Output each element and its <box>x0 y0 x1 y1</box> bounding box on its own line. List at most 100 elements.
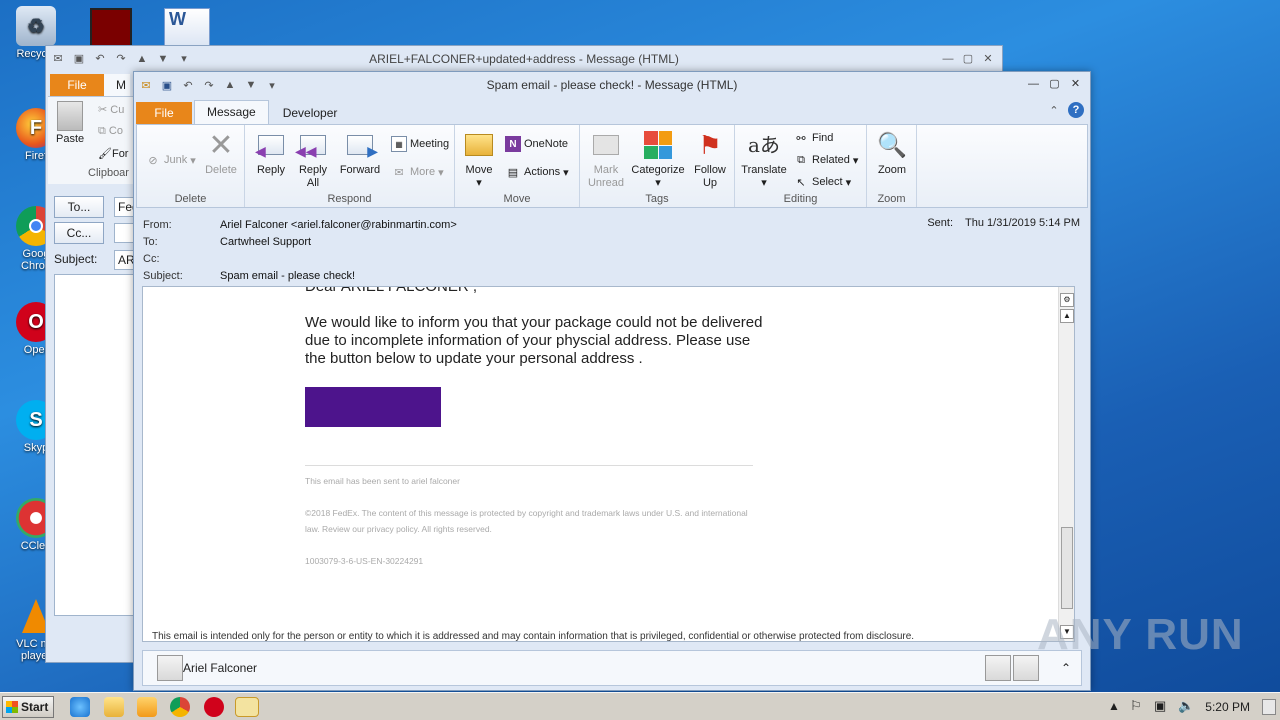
meeting-button[interactable]: ▦ Meeting <box>391 135 449 153</box>
close-button[interactable]: ✕ <box>1067 77 1084 92</box>
next-item-icon[interactable]: ▼ <box>243 77 259 93</box>
forward-button[interactable]: ▶ Forward <box>337 129 383 177</box>
to-button[interactable]: To... <box>54 196 104 218</box>
move-button[interactable]: Move ▾ <box>461 129 497 190</box>
flag-tray-icon[interactable]: ⚐ <box>1130 698 1142 714</box>
sent-to-text: This email has been sent to ariel falcon… <box>305 476 460 486</box>
disclaimer-text: This email is intended only for the pers… <box>152 631 915 642</box>
close-icon[interactable]: ✕ <box>980 51 996 67</box>
paste-button[interactable]: Paste <box>56 101 84 145</box>
undo-icon[interactable]: ↶ <box>180 77 196 93</box>
redo-icon[interactable]: ↷ <box>201 77 217 93</box>
expand-people-pane-icon[interactable]: ⌃ <box>1061 661 1071 675</box>
save-icon[interactable]: ▣ <box>71 51 87 67</box>
onenote-button[interactable]: N OneNote <box>505 135 568 153</box>
previous-item-icon[interactable]: ▲ <box>222 77 238 93</box>
start-button[interactable]: Start <box>2 696 54 718</box>
reply-all-button[interactable]: ◀◀ Reply All <box>293 129 333 190</box>
zoom-group-label: Zoom <box>877 193 906 205</box>
media-player-icon[interactable] <box>137 697 157 717</box>
scroll-thumb[interactable] <box>1061 527 1073 609</box>
sent-label: Sent: <box>927 217 953 229</box>
maximize-icon[interactable]: ▢ <box>960 51 976 67</box>
back-tab-file[interactable]: File <box>50 74 104 96</box>
from-value[interactable]: Ariel Falconer <ariel.falconer@rabinmart… <box>220 217 457 233</box>
show-hidden-icons[interactable]: ▲ <box>1108 699 1120 713</box>
minimize-button[interactable]: — <box>1025 77 1042 92</box>
related-button[interactable]: ⧉ Related ▾ <box>793 151 858 169</box>
tab-file[interactable]: File <box>136 102 192 124</box>
save-icon[interactable]: ▣ <box>159 77 175 93</box>
copyright-text: ©2018 FedEx. The content of this message… <box>305 508 748 534</box>
reply-button[interactable]: ◀ Reply <box>251 129 291 177</box>
network-tray-icon[interactable]: ▣ <box>1154 698 1166 714</box>
show-desktop-button[interactable] <box>1262 699 1276 715</box>
move-group-label: Move <box>503 193 531 205</box>
more-respond-button[interactable]: ✉ More ▾ <box>391 163 443 181</box>
delete-button[interactable]: ✕ Delete <box>203 129 239 177</box>
scroll-up-arrow-icon[interactable]: ▲ <box>1060 309 1074 323</box>
opera-taskbar-icon[interactable] <box>204 697 224 717</box>
editing-group-label: Editing <box>783 193 818 205</box>
zoom-button[interactable]: 🔍 Zoom <box>873 129 911 177</box>
update-address-button[interactable] <box>305 387 441 427</box>
junk-button[interactable]: ⊘ Junk ▾ <box>145 151 195 169</box>
tags-group: Mark Unread Categorize ▾ ⚑ Follow Up Tags <box>580 125 735 207</box>
outlook-taskbar-icon[interactable] <box>235 697 259 717</box>
mark-unread-button[interactable]: Mark Unread <box>584 129 628 190</box>
move-group: Move ▾ N OneNote ▤ Actions ▾ Move <box>455 125 580 207</box>
chrome-taskbar-icon[interactable] <box>170 697 190 717</box>
volume-tray-icon[interactable]: 🔈 <box>1178 698 1194 714</box>
word-desktop-icon[interactable]: W <box>164 8 210 46</box>
acrobat-desktop-icon[interactable] <box>90 8 132 48</box>
message-window[interactable]: Spam email - please check! - Message (HT… <box>133 71 1091 691</box>
copy-button[interactable]: ⧉ Co <box>98 125 123 138</box>
cc-button[interactable]: Cc... <box>54 222 104 244</box>
delete-group-label: Delete <box>174 193 207 205</box>
down-arrow-icon[interactable]: ▼ <box>155 51 171 67</box>
minimize-icon[interactable]: — <box>940 51 956 67</box>
respond-group: ◀ Reply ◀◀ Reply All ▶ Forward ▦ Meeting … <box>245 125 455 207</box>
people-avatar-icon[interactable] <box>1013 655 1039 681</box>
undo-icon[interactable]: ↶ <box>92 51 108 67</box>
clock[interactable]: 5:20 PM <box>1205 700 1250 714</box>
up-arrow-icon[interactable]: ▲ <box>134 51 150 67</box>
cc-label: Cc: <box>143 253 160 265</box>
vertical-scrollbar[interactable]: ⚙ ▲ ▼ <box>1058 287 1074 641</box>
avatar[interactable] <box>157 655 183 681</box>
follow-up-button[interactable]: ⚑ Follow Up <box>688 129 732 190</box>
message-body[interactable]: Dear ARIEL FALCONER , We would like to i… <box>142 286 1075 642</box>
reply-icon: ◀ <box>255 129 287 161</box>
copy-icon: ⧉ <box>98 125 109 137</box>
people-pane-name[interactable]: Ariel Falconer <box>183 661 257 675</box>
tab-developer[interactable]: Developer <box>271 102 350 124</box>
scroll-option-icon[interactable]: ⚙ <box>1060 293 1074 307</box>
back-tab-message[interactable]: M <box>104 74 130 96</box>
tab-message[interactable]: Message <box>194 100 269 124</box>
customize-icon[interactable]: ▾ <box>176 51 192 67</box>
clipboard-icon <box>57 101 84 131</box>
back-compose-body[interactable] <box>54 274 138 616</box>
customize-toolbar-icon[interactable]: ▾ <box>264 77 280 93</box>
select-button[interactable]: ↖ Select ▾ <box>793 173 851 191</box>
categorize-button[interactable]: Categorize ▾ <box>630 129 686 190</box>
help-icon[interactable]: ? <box>1068 102 1084 118</box>
collapse-ribbon-icon[interactable]: ⌃ <box>1046 102 1062 118</box>
redo-icon[interactable]: ↷ <box>113 51 129 67</box>
find-button[interactable]: ⚯ Find <box>793 129 833 147</box>
cut-button[interactable]: ✂ Cu <box>98 103 124 116</box>
subject-value: Spam email - please check! <box>220 270 356 282</box>
brush-icon: 🖌 <box>98 148 112 160</box>
maximize-button[interactable]: ▢ <box>1046 77 1063 92</box>
mark-unread-icon <box>590 129 622 161</box>
watermark: ANY RUN <box>1037 610 1244 659</box>
translate-button[interactable]: aあ Translate ▾ <box>739 129 789 190</box>
person-avatar-icon[interactable] <box>985 655 1011 681</box>
actions-button[interactable]: ▤ Actions ▾ <box>505 163 569 181</box>
format-painter-button[interactable]: 🖌For <box>98 147 128 160</box>
quick-access-toolbar: ✉ ▣ ↶ ↷ ▲ ▼ ▾ <box>138 77 280 93</box>
back-window-title: ARIEL+FALCONER+updated+address - Message… <box>369 52 679 66</box>
internet-explorer-icon[interactable] <box>70 697 90 717</box>
explorer-folder-icon[interactable] <box>104 697 124 717</box>
to-value[interactable]: Cartwheel Support <box>220 234 311 250</box>
